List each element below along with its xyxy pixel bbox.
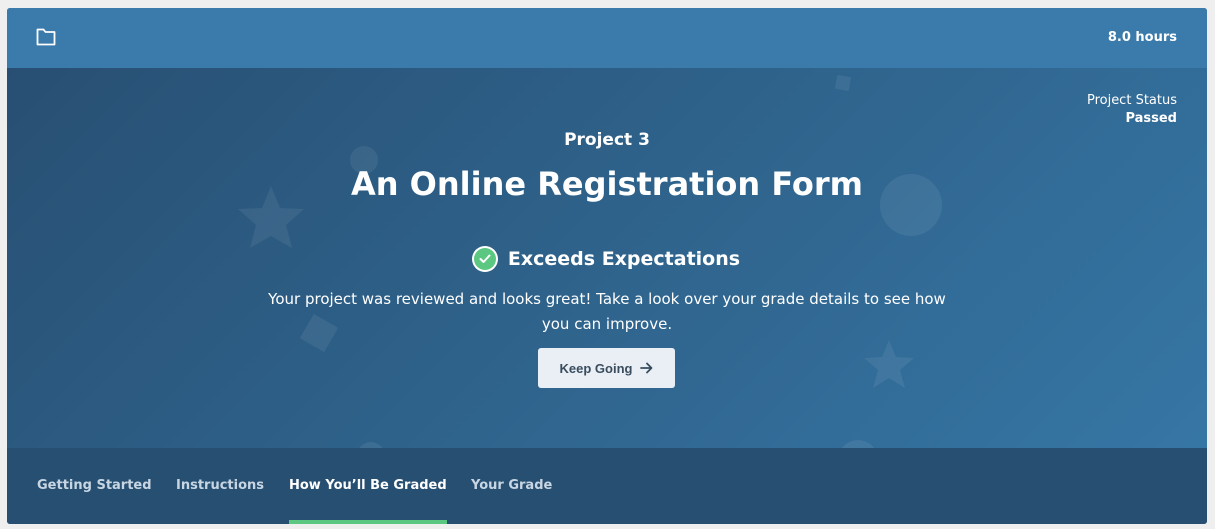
tab-your-grade[interactable]: Your Grade [471,448,552,524]
keep-going-label: Keep Going [559,360,633,376]
hours-estimate: 8.0 hours [1107,30,1177,45]
tab-bar: Getting Started Instructions How You’ll … [7,448,1207,524]
project-status-value: Passed [1125,111,1177,126]
arrow-right-icon [640,362,653,374]
tab-getting-started[interactable]: Getting Started [37,448,152,524]
folder-icon[interactable] [36,28,56,46]
check-circle-icon [473,248,496,270]
project-status-label: Project Status [1086,93,1177,108]
tab-label: Getting Started [37,478,152,493]
keep-going-button[interactable]: Keep Going [538,348,675,388]
active-tab-indicator [289,520,447,524]
tab-label: Your Grade [471,478,553,493]
review-message: Your project was reviewed and looks grea… [268,290,946,333]
tab-how-youll-be-graded[interactable]: How You’ll Be Graded [289,448,447,524]
tab-label: How You’ll Be Graded [289,478,447,493]
tab-instructions[interactable]: Instructions [176,448,264,524]
tab-label: Instructions [176,478,265,493]
grade-result: Exceeds Expectations [7,246,1207,272]
top-bar: 8.0 hours [7,8,1207,68]
hero-banner: Project Status Passed Project 3 An Onlin… [7,68,1207,448]
page-title: An Online Registration Form [350,165,863,203]
project-card: 8.0 hours Project Status Passed Project … [7,8,1207,524]
project-number: Project 3 [564,130,650,150]
grade-result-text: Exceeds Expectations [507,248,741,270]
project-status: Project Status Passed [1087,92,1177,128]
